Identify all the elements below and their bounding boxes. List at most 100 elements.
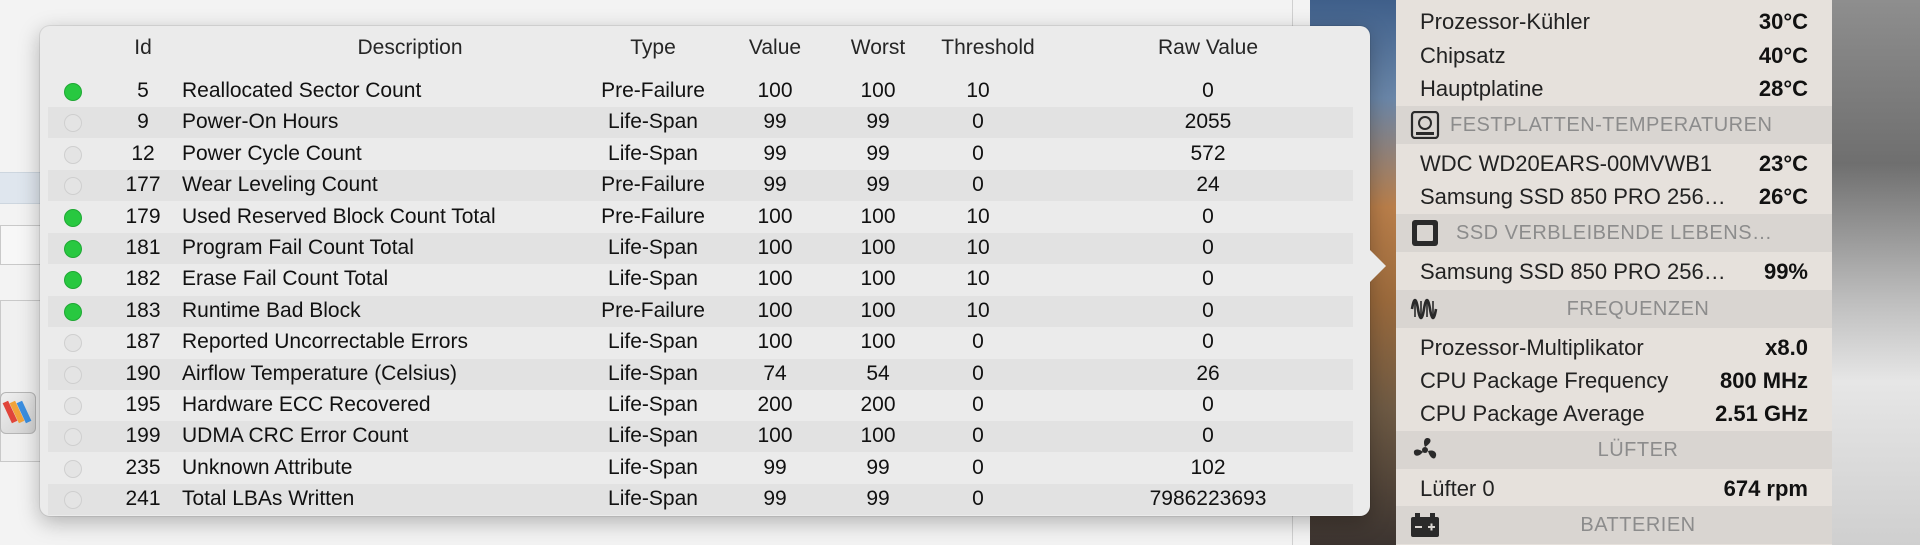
attribute-type: Pre-Failure xyxy=(601,79,705,102)
table-row[interactable]: 187 Reported Uncorrectable Errors Life-Spa… xyxy=(48,327,1353,358)
attribute-value: 99 xyxy=(763,141,787,165)
fan-icon xyxy=(1413,437,1437,459)
attribute-value: 74 xyxy=(763,361,787,385)
status-indicator-icon xyxy=(64,240,82,258)
section-header-disk-temperatures[interactable]: FESTPLATTEN-TEMPERATUREN xyxy=(1396,106,1832,144)
attribute-raw-value: 572 xyxy=(1190,141,1226,165)
attribute-value: 100 xyxy=(757,204,793,228)
attribute-raw-value: 0 xyxy=(1202,330,1214,354)
sensor-row[interactable]: CPU Package Frequency 800 MHz xyxy=(1396,363,1832,396)
sensor-label: Prozessor-Kühler xyxy=(1420,9,1590,34)
column-header-type[interactable]: Type xyxy=(578,36,728,60)
attribute-type: Life-Span xyxy=(608,393,698,416)
table-row[interactable]: 12 Power Cycle Count Life-Span 99 99 0 572 xyxy=(48,139,1353,170)
attribute-id: 179 xyxy=(125,204,161,228)
attribute-threshold: 0 xyxy=(972,361,984,385)
attribute-worst: 99 xyxy=(866,487,890,511)
attribute-id: 9 xyxy=(137,110,149,134)
attribute-threshold: 0 xyxy=(972,330,984,354)
attribute-type: Life-Span xyxy=(608,455,698,479)
attribute-id: 181 xyxy=(125,236,161,259)
table-row[interactable]: 179 Used Reserved Block Count Total Pre-Fa… xyxy=(48,202,1353,233)
sensor-row[interactable]: Prozessor-Multiplikator x8.0 xyxy=(1396,330,1832,363)
attribute-threshold: 0 xyxy=(972,141,984,165)
table-row[interactable]: 241 Total LBAs Written Life-Span 99 99 0 79862… xyxy=(48,484,1353,516)
sensor-label: Hauptplatine xyxy=(1420,76,1544,101)
attribute-type: Life-Span xyxy=(608,361,698,385)
attribute-type: Life-Span xyxy=(608,330,698,354)
status-indicator-icon xyxy=(64,459,82,478)
sensor-row[interactable]: Lüfter 0 674 rpm xyxy=(1396,471,1832,504)
attribute-id: 12 xyxy=(131,141,155,165)
column-header-value[interactable]: Value xyxy=(728,36,822,60)
table-row[interactable]: 5 Reallocated Sector Count Pre-Failure 100 1… xyxy=(48,76,1353,107)
attribute-raw-value: 0 xyxy=(1202,424,1214,448)
sensor-row[interactable]: Chipsatz 40°C xyxy=(1396,38,1832,71)
attribute-value: 100 xyxy=(757,424,793,448)
sensor-label: Chipsatz xyxy=(1420,43,1506,68)
table-row[interactable]: 177 Wear Leveling Count Pre-Failure 99 99 0 24 xyxy=(48,170,1353,202)
attribute-value: 200 xyxy=(757,393,793,416)
sensor-row[interactable]: Samsung SSD 850 PRO 256… 99% xyxy=(1396,254,1832,287)
section-header-frequencies[interactable]: FREQUENZEN xyxy=(1396,290,1832,328)
status-indicator-icon xyxy=(64,365,82,384)
attribute-worst: 100 xyxy=(860,236,896,259)
attribute-worst: 54 xyxy=(866,361,890,385)
attribute-worst: 99 xyxy=(866,110,890,134)
attribute-threshold: 0 xyxy=(972,110,984,134)
attribute-value: 100 xyxy=(757,330,793,354)
table-row[interactable]: 190 Airflow Temperature (Celsius) Life-Spa… xyxy=(48,358,1353,390)
column-header-worst[interactable]: Worst xyxy=(828,36,928,60)
status-indicator-icon xyxy=(64,491,82,510)
smart-attributes-popover: Id Description Type Value Worst Threshol… xyxy=(40,26,1370,516)
sensor-value: 2.51 GHz xyxy=(1715,401,1808,426)
sensor-label: Samsung SSD 850 PRO 256… xyxy=(1420,259,1726,284)
attribute-id: 187 xyxy=(125,330,161,354)
attribute-id: 177 xyxy=(125,173,161,197)
section-header-batteries[interactable]: BATTERIEN xyxy=(1396,506,1832,544)
table-row[interactable]: 9 Power-On Hours Life-Span 99 99 0 2055 xyxy=(48,107,1353,139)
section-header-fans[interactable]: LÜFTER xyxy=(1396,431,1832,469)
table-row[interactable]: 199 UDMA CRC Error Count Life-Span 100 100 0 0 xyxy=(48,421,1353,453)
status-indicator-icon xyxy=(64,177,82,196)
attribute-type: Life-Span xyxy=(608,267,698,291)
attribute-raw-value: 0 xyxy=(1202,393,1214,416)
attribute-threshold: 10 xyxy=(966,236,990,259)
sensor-row[interactable]: Samsung SSD 850 PRO 256… 26°C xyxy=(1396,179,1832,212)
attribute-description: Used Reserved Block Count Total xyxy=(182,204,496,228)
attribute-description: Airflow Temperature (Celsius) xyxy=(182,361,458,385)
sensor-value: 674 rpm xyxy=(1723,476,1808,501)
frequency-wave-icon xyxy=(1410,298,1438,320)
sensor-row[interactable]: WDC WD20EARS-00MVWB1 23°C xyxy=(1396,146,1832,179)
column-header-threshold[interactable]: Threshold xyxy=(928,36,1048,60)
column-header-description[interactable]: Description xyxy=(270,36,550,60)
table-row[interactable]: 181 Program Fail Count Total Life-Span 100 1… xyxy=(48,233,1353,264)
sensor-row[interactable]: Hauptplatine 28°C xyxy=(1396,71,1832,104)
attribute-worst: 200 xyxy=(860,393,896,416)
attribute-value: 100 xyxy=(757,298,793,322)
status-indicator-icon xyxy=(64,114,82,133)
column-header-raw-value[interactable]: Raw Value xyxy=(1088,36,1328,60)
attribute-raw-value: 102 xyxy=(1190,455,1226,479)
column-header-id[interactable]: Id xyxy=(108,36,178,60)
attribute-value: 99 xyxy=(763,455,787,479)
table-row[interactable]: 183 Runtime Bad Block Pre-Failure 100 100 10 0 xyxy=(48,295,1353,327)
attribute-threshold: 0 xyxy=(972,455,984,479)
attribute-description: Runtime Bad Block xyxy=(182,298,361,322)
attribute-threshold: 10 xyxy=(966,204,990,228)
attribute-raw-value: 2055 xyxy=(1184,110,1232,134)
table-row[interactable]: 182 Erase Fail Count Total Life-Span 100 100… xyxy=(48,264,1353,295)
sensor-value: x8.0 xyxy=(1765,335,1808,360)
attribute-type: Life-Span xyxy=(608,110,698,134)
section-header-ssd-remaining-life[interactable]: SSD VERBLEIBENDE LEBENS… xyxy=(1396,214,1832,252)
app-dock-icon[interactable] xyxy=(0,392,36,434)
sensor-row[interactable]: Prozessor-Kühler 30°C xyxy=(1396,4,1832,37)
attribute-id: 235 xyxy=(125,455,161,479)
sensor-label: Samsung SSD 850 PRO 256… xyxy=(1420,184,1726,209)
ssd-icon xyxy=(1412,220,1438,246)
table-row[interactable]: 235 Unknown Attribute Life-Span 99 99 0 102 xyxy=(48,453,1353,484)
attribute-value: 99 xyxy=(763,110,787,134)
attribute-id: 5 xyxy=(137,79,149,102)
table-row[interactable]: 195 Hardware ECC Recovered Life-Span 200 200… xyxy=(48,390,1353,421)
sensor-row[interactable]: CPU Package Average 2.51 GHz xyxy=(1396,396,1832,429)
